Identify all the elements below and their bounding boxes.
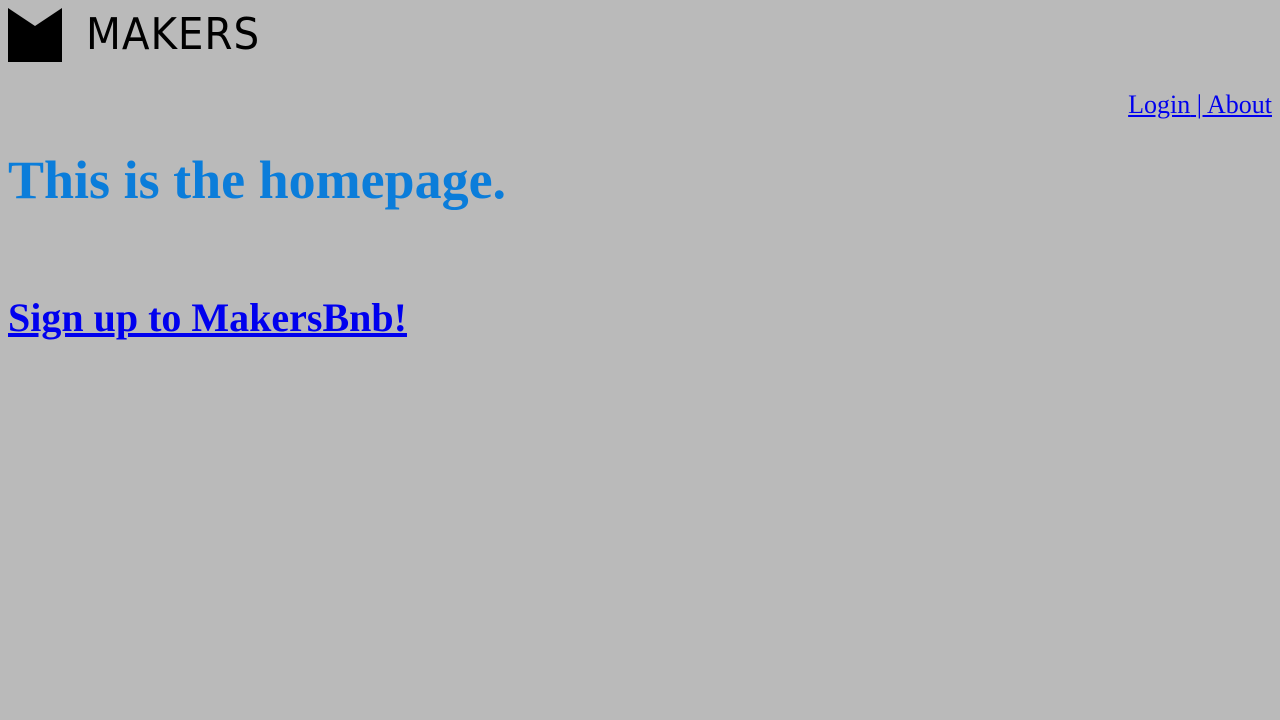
page: MAKERS Login | About This is the homepag… (0, 0, 1280, 720)
signup-heading: Sign up to MakersBnb! (8, 294, 407, 342)
nav-separator: | (1190, 90, 1207, 119)
logo-wordmark: MAKERS (86, 9, 261, 60)
signup-link[interactable]: Sign up to MakersBnb! (8, 295, 407, 340)
login-link[interactable]: Login (1128, 90, 1190, 119)
page-title: This is the homepage. (8, 150, 507, 210)
makers-logo-icon (8, 8, 62, 62)
about-link[interactable]: About (1207, 90, 1272, 119)
makers-logo[interactable]: MAKERS (8, 8, 275, 62)
top-nav: Login | About (1128, 88, 1272, 122)
